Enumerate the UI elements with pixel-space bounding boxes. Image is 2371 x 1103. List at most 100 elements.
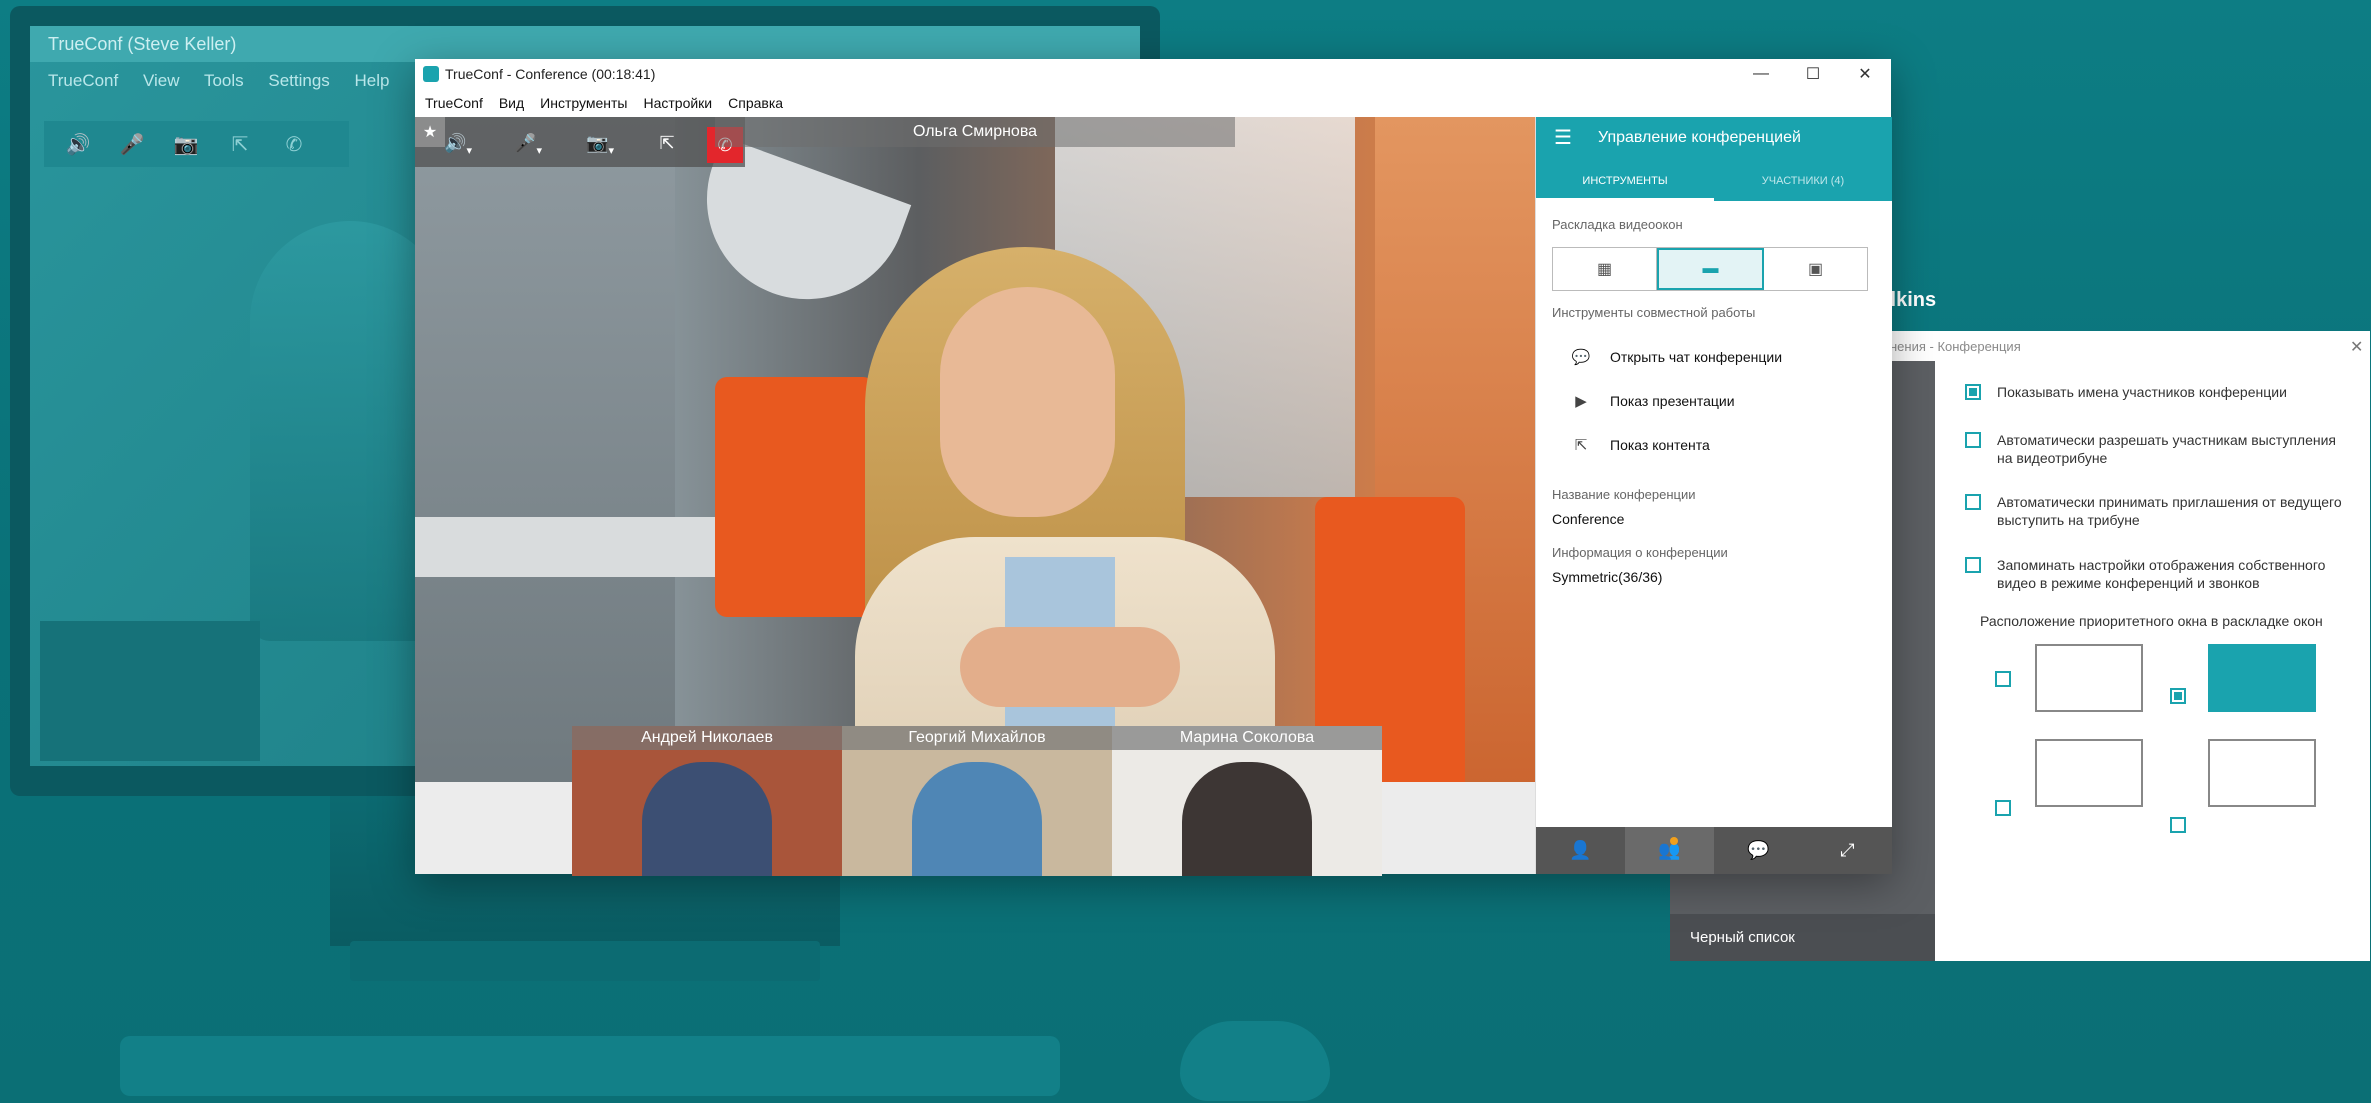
mic-button[interactable]: 🎤 ▾: [503, 127, 553, 159]
option-label: Автоматически разрешать участникам высту…: [1997, 432, 2336, 466]
participant-thumbnail[interactable]: Георгий Михайлов: [842, 726, 1112, 876]
menubar: TrueConf Вид Инструменты Настройки Справ…: [415, 89, 1891, 117]
priority-radio-1[interactable]: [1995, 671, 2011, 687]
layout-selector: ▦ ▬ ▣: [1552, 247, 1868, 291]
option-auto-accept-invites[interactable]: Автоматически принимать приглашения от в…: [1965, 493, 2355, 529]
chevron-down-icon[interactable]: ▾: [466, 144, 472, 157]
priority-radio-4[interactable]: [2170, 817, 2186, 833]
camera-button[interactable]: 📷 ▾: [573, 127, 627, 159]
menu-help[interactable]: Справка: [728, 95, 783, 111]
conf-info-label: Информация о конференции: [1552, 545, 1728, 560]
background-camera-icon: 📷: [173, 133, 199, 156]
camera-icon: 📷: [586, 132, 609, 153]
background-window-title: TrueConf (Steve Keller): [30, 26, 1140, 62]
layout-speaker-button[interactable]: ▬: [1657, 248, 1764, 290]
titlebar: TrueConf - Conference (00:18:41) — ☐ ✕: [415, 59, 1891, 89]
window-title: TrueConf - Conference (00:18:41): [445, 66, 656, 82]
show-content-button[interactable]: ⇱ Показ контента: [1570, 433, 1710, 457]
priority-layout-label: Расположение приоритетного окна в раскла…: [1980, 613, 2323, 629]
participant-name: Андрей Николаев: [572, 726, 842, 750]
checkbox[interactable]: [1965, 494, 1981, 510]
background-toolbar: 🔊 🎤 📷 ⇱ ✆: [44, 121, 349, 167]
tool-label: Показ контента: [1610, 437, 1710, 453]
conf-name-label: Название конференции: [1552, 487, 1696, 502]
background-menu-item: Help: [354, 71, 390, 90]
checkbox[interactable]: [1965, 432, 1981, 448]
mic-icon: 🎤: [514, 132, 537, 153]
settings-header: нения - Конференция: [1890, 339, 2021, 354]
priority-radio-3[interactable]: [1995, 800, 2011, 816]
checkbox[interactable]: [1965, 557, 1981, 573]
background-menu-item: Tools: [203, 71, 244, 90]
settings-user-name: llkins: [1885, 289, 1937, 311]
menu-tools[interactable]: Инструменты: [540, 95, 627, 111]
video-chair: [715, 377, 875, 617]
option-label: Показывать имена участников конференции: [1997, 384, 2287, 400]
panel-bottom-bar: 👤 👥 💬 ⤢: [1536, 827, 1892, 874]
thumbnail-person: [912, 762, 1042, 876]
menu-icon[interactable]: ☰: [1552, 128, 1574, 148]
tab-participants[interactable]: УЧАСТНИКИ (4): [1714, 161, 1892, 201]
chevron-down-icon[interactable]: ▾: [608, 144, 614, 157]
priority-layout-preview-3[interactable]: [2035, 739, 2143, 807]
background-thumbnail: [40, 621, 260, 761]
menu-settings[interactable]: Настройки: [643, 95, 712, 111]
option-auto-allow-podium[interactable]: Автоматически разрешать участникам высту…: [1965, 431, 2355, 467]
participants-icon[interactable]: 👥: [1625, 827, 1714, 874]
trueconf-logo-icon: [423, 66, 439, 82]
participant-thumbnail[interactable]: Марина Соколова: [1112, 726, 1382, 876]
priority-layout-preview-2[interactable]: [2208, 644, 2316, 712]
chat-icon[interactable]: 💬: [1714, 827, 1803, 874]
priority-radio-2[interactable]: [2170, 688, 2186, 704]
collab-section-label: Инструменты совместной работы: [1552, 305, 1756, 320]
background-menu-item: TrueConf: [48, 71, 119, 90]
participant-name: Георгий Михайлов: [842, 726, 1112, 750]
profile-icon[interactable]: 👤: [1536, 827, 1625, 874]
panel-title: Управление конференцией: [1598, 129, 1801, 146]
layout-section-label: Раскладка видеоокон: [1552, 217, 1683, 232]
checkbox[interactable]: [1965, 384, 1981, 400]
background-share-icon: ⇱: [231, 133, 249, 156]
chevron-down-icon[interactable]: ▾: [536, 144, 542, 157]
keyboard: [120, 1036, 1060, 1096]
layout-grid-button[interactable]: ▦: [1553, 248, 1657, 290]
speaker-button[interactable]: 🔊 ▾: [433, 127, 483, 159]
background-menu-item: Settings: [268, 71, 330, 90]
menu-view[interactable]: Вид: [499, 95, 524, 111]
speaker-icon: 🔊: [444, 132, 467, 153]
layout-single-button[interactable]: ▣: [1764, 248, 1867, 290]
tool-label: Открыть чат конференции: [1610, 349, 1783, 365]
speaker-name-label: Ольга Смирнова: [715, 117, 1235, 147]
thumbnail-person: [1182, 762, 1312, 876]
open-chat-button[interactable]: 💬 Открыть чат конференции: [1570, 345, 1782, 369]
expand-icon[interactable]: ⤢: [1803, 827, 1892, 874]
participant-name: Марина Соколова: [1112, 726, 1382, 750]
close-button[interactable]: ✕: [1839, 59, 1891, 89]
conf-name-value: Conference: [1552, 511, 1625, 527]
video-background: [415, 517, 735, 577]
tab-tools[interactable]: ИНСТРУМЕНТЫ: [1536, 161, 1714, 201]
background-mic-icon: 🎤: [119, 133, 145, 156]
speaker-video-person: [960, 627, 1180, 707]
option-remember-self-view[interactable]: Запоминать настройки отображения собстве…: [1965, 556, 2355, 592]
tool-label: Показ презентации: [1610, 393, 1735, 409]
minimize-button[interactable]: —: [1735, 59, 1787, 89]
conference-window: TrueConf - Conference (00:18:41) — ☐ ✕ T…: [415, 59, 1892, 876]
settings-blacklist-item[interactable]: Черный список: [1670, 914, 1935, 961]
show-presentation-button[interactable]: ▶ Показ презентации: [1570, 389, 1735, 413]
option-show-names[interactable]: Показывать имена участников конференции: [1965, 383, 2355, 401]
content-share-icon: ⇱: [1574, 437, 1588, 454]
maximize-button[interactable]: ☐: [1787, 59, 1839, 89]
settings-close-button[interactable]: ✕: [2350, 337, 2363, 357]
notification-dot: [1670, 837, 1678, 845]
priority-layout-preview-1[interactable]: [2035, 644, 2143, 712]
option-label: Запоминать настройки отображения собстве…: [1997, 557, 2326, 591]
monitor-base: [350, 941, 820, 981]
share-icon: ⇱: [659, 132, 675, 153]
priority-layout-preview-4[interactable]: [2208, 739, 2316, 807]
speaker-video-person: [940, 287, 1115, 517]
participant-thumbnail[interactable]: Андрей Николаев: [572, 726, 842, 876]
menu-trueconf[interactable]: TrueConf: [425, 95, 483, 111]
share-screen-button[interactable]: ⇱: [647, 127, 687, 159]
presentation-icon: ▶: [1575, 393, 1587, 410]
